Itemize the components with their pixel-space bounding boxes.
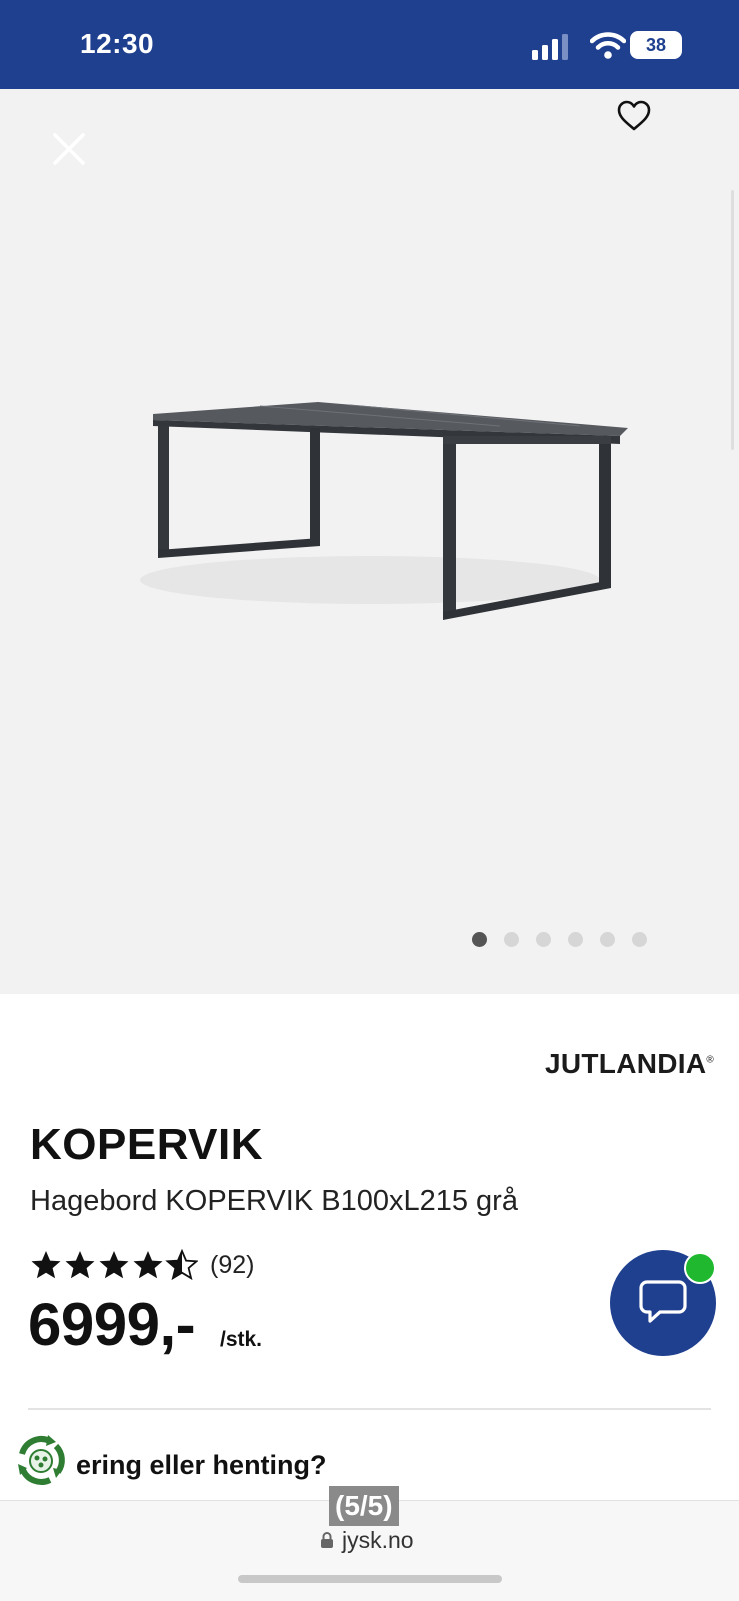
cellular-signal-icon xyxy=(532,34,568,60)
product-price: 6999,- xyxy=(28,1291,196,1358)
product-image[interactable] xyxy=(120,390,640,650)
rating[interactable]: (92) xyxy=(30,1247,254,1283)
product-subtitle: Hagebord KOPERVIK B100xL215 grå xyxy=(30,1185,518,1217)
pagination-dot-active[interactable] xyxy=(472,932,487,947)
wifi-icon xyxy=(590,32,626,59)
gallery-scrollbar[interactable] xyxy=(731,190,734,450)
delivery-question[interactable]: ering eller henting? xyxy=(76,1450,327,1481)
lock-icon xyxy=(321,1532,333,1548)
close-icon[interactable] xyxy=(50,130,88,168)
home-indicator[interactable] xyxy=(238,1575,502,1583)
product-title: KOPERVIK xyxy=(30,1120,264,1169)
pagination-dot[interactable] xyxy=(568,932,583,947)
section-divider xyxy=(28,1408,711,1410)
chat-bubble-icon xyxy=(639,1280,687,1323)
address-bar[interactable]: jysk.no xyxy=(320,1525,414,1555)
pagination-dot[interactable] xyxy=(632,932,647,947)
heart-icon[interactable] xyxy=(617,100,651,132)
review-count[interactable]: (92) xyxy=(210,1251,254,1280)
status-bar: 12:30 38 xyxy=(0,0,739,89)
price-unit: /stk. xyxy=(220,1328,263,1351)
brand-name: JUTLANDIA xyxy=(545,1048,707,1079)
pagination-dot[interactable] xyxy=(536,932,551,947)
page-counter: (5/5) xyxy=(329,1486,399,1526)
pagination-dot[interactable] xyxy=(600,932,615,947)
url-text[interactable]: jysk.no xyxy=(342,1527,414,1554)
pagination-dot[interactable] xyxy=(504,932,519,947)
brand-registered-mark: ® xyxy=(706,1054,715,1066)
gallery-pagination[interactable] xyxy=(472,932,647,948)
eco-badge-icon[interactable] xyxy=(12,1432,70,1490)
brand-logo[interactable]: JUTLANDIA® xyxy=(545,1048,714,1080)
battery-indicator: 38 xyxy=(630,31,682,59)
status-time: 12:30 xyxy=(80,28,155,59)
star-rating-icon xyxy=(31,1250,198,1280)
online-status-indicator xyxy=(684,1252,716,1284)
